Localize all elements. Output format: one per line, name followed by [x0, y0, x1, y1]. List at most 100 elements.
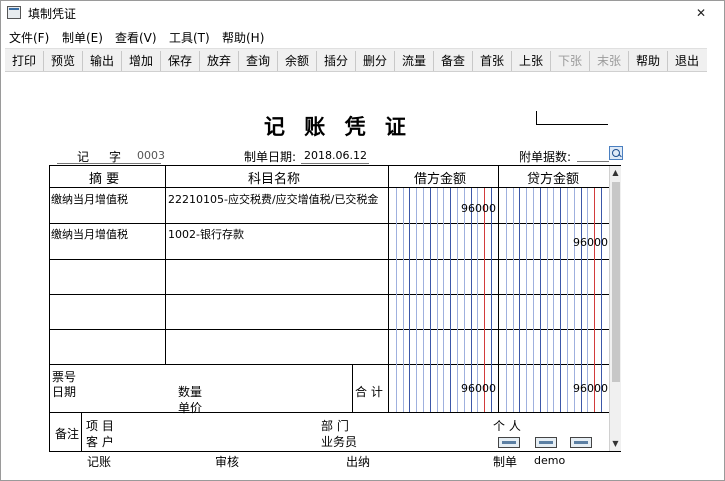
toolbar-separator — [667, 51, 668, 71]
toolbar-button[interactable]: 上张 — [513, 52, 549, 70]
attachments-label: 附单据数: — [519, 150, 572, 164]
toolbar-separator — [121, 51, 122, 71]
grid-scrollbar[interactable]: ▲ ▼ — [609, 166, 621, 451]
toolbar-button[interactable]: 流量 — [396, 52, 432, 70]
toolbar-button[interactable]: 删分 — [357, 52, 393, 70]
voucher-title: 记 账 凭 证 — [264, 114, 412, 139]
toolbar-separator — [550, 51, 551, 71]
digit-column-line — [395, 188, 397, 412]
toolbar-button[interactable]: 备查 — [435, 52, 471, 70]
toolbar-button[interactable]: 末张 — [591, 52, 627, 70]
col-credit-header: 贷方金额 — [527, 172, 580, 187]
notes-divider — [81, 412, 82, 452]
staff-label: 业务员 — [321, 435, 358, 449]
toolbar-button[interactable]: 预览 — [45, 52, 81, 70]
total-label-divider — [352, 364, 353, 412]
edit-card-icon[interactable] — [570, 437, 592, 448]
scroll-up-icon[interactable]: ▲ — [610, 166, 621, 180]
digit-column-line — [573, 188, 575, 412]
app-window-icon — [7, 6, 21, 19]
toolbar-separator — [433, 51, 434, 71]
scroll-down-icon[interactable]: ▼ — [610, 437, 621, 451]
col-summary-header: 摘 要 — [89, 172, 120, 187]
entry-account[interactable]: 1002-银行存款 — [168, 226, 244, 242]
digit-column-line — [484, 188, 486, 412]
toolbar-button[interactable]: 帮助 — [630, 52, 666, 70]
cashier-label: 出纳 — [346, 455, 371, 469]
date-underline — [301, 163, 369, 164]
digit-column-line — [526, 188, 528, 412]
toolbar-button[interactable]: 查询 — [240, 52, 276, 70]
menu-help[interactable]: 帮助(H) — [222, 29, 264, 46]
digit-column-line — [587, 188, 589, 412]
credit-total: 96000 — [573, 382, 608, 395]
unit-price-label: 单价 — [178, 401, 203, 415]
digit-column-line — [580, 188, 582, 412]
quantity-label: 数量 — [178, 385, 203, 399]
credit-amount-grid — [499, 188, 609, 412]
digit-column-line — [533, 188, 534, 412]
reviewer-label: 审核 — [215, 455, 240, 469]
toolbar-button[interactable]: 打印 — [6, 52, 42, 70]
entry-account[interactable]: 22210105-应交税费/应交增值税/已交税金 — [168, 191, 388, 207]
digit-column-line — [546, 188, 548, 412]
entry-summary[interactable]: 缴纳当月增值税 — [51, 226, 128, 242]
scroll-thumb[interactable] — [612, 182, 620, 382]
toolbar-separator — [160, 51, 161, 71]
digit-column-line — [512, 188, 514, 412]
customer-label: 客 户 — [86, 435, 114, 449]
toolbar-separator — [238, 51, 239, 71]
window-title: 填制凭证 — [28, 7, 77, 21]
toolbar-separator — [355, 51, 356, 71]
attachments-field[interactable] — [577, 161, 609, 162]
toolbar-button[interactable]: 退出 — [669, 52, 705, 70]
digit-column-line — [567, 188, 568, 412]
digit-column-line — [443, 188, 445, 412]
digit-column-line — [463, 188, 465, 412]
toolbar-button[interactable]: 下张 — [552, 52, 588, 70]
ticket-date-label: 日期 — [52, 385, 77, 399]
toolbar-button[interactable]: 余额 — [279, 52, 315, 70]
total-label: 合 计 — [355, 385, 383, 399]
entry-debit-amount[interactable]: 96000 — [461, 202, 496, 215]
digit-column-line — [539, 188, 541, 412]
toolbar-separator — [199, 51, 200, 71]
search-icon[interactable] — [609, 146, 623, 160]
digit-column-line — [594, 188, 596, 412]
toolbar-button[interactable]: 放弃 — [201, 52, 237, 70]
digit-column-line — [436, 188, 438, 412]
toolbar-separator — [82, 51, 83, 71]
voucher-number[interactable]: 0003 — [137, 149, 165, 162]
col-account-header: 科目名称 — [248, 172, 301, 187]
menu-view[interactable]: 查看(V) — [115, 29, 157, 46]
entry-credit-amount[interactable]: 96000 — [573, 236, 608, 249]
digit-column-line — [505, 188, 507, 412]
digit-column-line — [416, 188, 418, 412]
toolbar-button[interactable]: 输出 — [84, 52, 120, 70]
entry-summary[interactable]: 缴纳当月增值税 — [51, 191, 128, 207]
toolbar-separator — [589, 51, 590, 71]
toolbar-button[interactable]: 增加 — [123, 52, 159, 70]
voucher-window: 填制凭证 ✕ 文件(F) 制单(E) 查看(V) 工具(T) 帮助(H) 打印预… — [0, 0, 725, 481]
menu-file[interactable]: 文件(F) — [9, 29, 49, 46]
digit-column-line — [457, 188, 458, 412]
department-label: 部 门 — [321, 419, 349, 433]
id-card-icon[interactable] — [535, 437, 557, 448]
toolbar-button[interactable]: 保存 — [162, 52, 198, 70]
close-icon[interactable]: ✕ — [679, 1, 723, 25]
menu-bar: 文件(F) 制单(E) 查看(V) 工具(T) 帮助(H) — [1, 26, 724, 46]
digit-column-line — [601, 188, 602, 412]
toolbar-separator — [43, 51, 44, 71]
debit-amount-grid — [389, 188, 498, 412]
menu-voucher[interactable]: 制单(E) — [62, 29, 103, 46]
menu-tools[interactable]: 工具(T) — [169, 29, 210, 46]
voucher-number-underline — [57, 163, 161, 164]
toolbar-button[interactable]: 插分 — [318, 52, 354, 70]
memo-card-icon[interactable] — [498, 437, 520, 448]
toolbar-button[interactable]: 首张 — [474, 52, 510, 70]
digit-column-line — [450, 188, 452, 412]
toolbar-separator — [316, 51, 317, 71]
toolbar-separator — [511, 51, 512, 71]
date-value[interactable]: 2018.06.12 — [304, 149, 367, 162]
person-label: 个 人 — [493, 419, 521, 433]
